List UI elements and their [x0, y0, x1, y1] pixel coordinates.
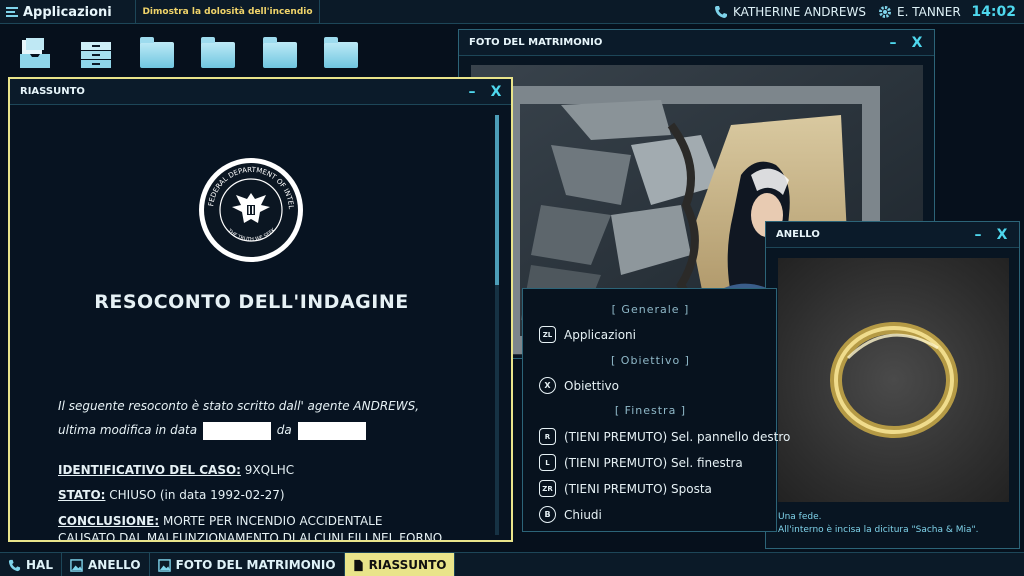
ring-caption-2: All'interno è incisa la dicitura "Sacha …: [778, 525, 979, 535]
case-id-field: IDENTIFICATIVO DEL CASO: 9XQLHC: [58, 463, 294, 477]
zl-button-icon: ZL: [539, 326, 556, 343]
folder-icon[interactable]: [324, 37, 358, 68]
conclusion-value: MORTE PER INCENDIO ACCIDENTALE: [163, 514, 383, 528]
menu-item-close[interactable]: B Chiudi: [539, 506, 602, 523]
case-id-value: 9XQLHC: [244, 463, 295, 477]
minimize-button[interactable]: –: [463, 79, 481, 105]
phone-icon: [715, 6, 727, 18]
taskbar-item-hal[interactable]: HAL: [0, 553, 62, 576]
intro-line-1: Il seguente resoconto è stato scritto da…: [58, 399, 420, 413]
r-button-icon: R: [539, 428, 556, 445]
window-title: RIASSUNTO: [10, 79, 511, 105]
redacted-date: [202, 421, 271, 440]
taskbar-label: FOTO DEL MATRIMONIO: [175, 558, 336, 572]
zr-button-icon: ZR: [539, 480, 556, 497]
menu-icon: [6, 7, 18, 17]
top-bar: Applicazioni Dimostra la dolosità dell'i…: [0, 0, 1024, 24]
conclusion-label: CONCLUSIONE:: [58, 514, 160, 528]
objective-label[interactable]: Dimostra la dolosità dell'incendio: [136, 0, 320, 24]
folder-icon[interactable]: [201, 37, 235, 68]
l-button-icon: L: [539, 454, 556, 471]
menu-item-label: Chiudi: [564, 507, 602, 522]
image-icon: [70, 558, 83, 572]
applications-button[interactable]: Applicazioni: [0, 0, 136, 24]
taskbar: HAL ANELLO FOTO DEL MATRIMONIO RIASSUNTO: [0, 552, 1024, 576]
folder-icon[interactable]: [263, 37, 297, 68]
menu-section-window: [ Finestra ]: [614, 404, 687, 417]
minimize-button[interactable]: –: [884, 30, 902, 56]
menu-item-objective[interactable]: X Obiettivo: [539, 377, 619, 394]
window-title: FOTO DEL MATRIMONIO: [459, 30, 934, 56]
menu-section-objective: [ Obiettivo ]: [611, 354, 690, 367]
intro-line-2: ultima modifica in data da: [58, 418, 419, 442]
taskbar-item-wedding-photo[interactable]: FOTO DEL MATRIMONIO: [150, 553, 345, 576]
document-title: RESOCONTO DELL'INDAGINE: [94, 291, 409, 313]
case-id-label: IDENTIFICATIVO DEL CASO:: [58, 463, 241, 477]
taskbar-label: ANELLO: [87, 558, 141, 572]
window-summary[interactable]: RIASSUNTO – X FEDERAL DEPARTMENT OF INTE…: [8, 77, 513, 542]
phone-icon: [8, 559, 21, 571]
inbox-tray-icon[interactable]: [18, 38, 52, 68]
document-intro: Il seguente resoconto è stato scritto da…: [58, 394, 419, 442]
menu-section-general: [ Generale ]: [611, 303, 690, 316]
conclusion-line-2: CAUSATO DAL MALFUNZIONAMENTO DI ALCUNI F…: [58, 531, 443, 540]
redacted-author: [297, 421, 366, 440]
menu-item-label: (TIENI PREMUTO) Sposta: [564, 481, 712, 496]
ring-photo: [778, 258, 1009, 502]
intro-by-label: da: [276, 423, 292, 437]
taskbar-label: HAL: [26, 558, 53, 572]
menu-item-label: (TIENI PREMUTO) Sel. finestra: [564, 455, 743, 470]
menu-item-move[interactable]: ZR (TIENI PREMUTO) Sposta: [539, 480, 712, 497]
file-cabinet-icon[interactable]: [79, 38, 113, 68]
close-button[interactable]: X: [487, 79, 505, 105]
menu-item-select-window[interactable]: L (TIENI PREMUTO) Sel. finestra: [539, 454, 743, 471]
clock: 14:02: [971, 4, 1016, 20]
ring-caption-1: Una fede.: [778, 512, 822, 522]
image-icon: [157, 558, 171, 572]
contact-katherine[interactable]: KATHERINE ANDREWS: [714, 0, 866, 24]
fdi-seal-logo: FEDERAL DEPARTMENT OF INTELLIGENCE THE T…: [195, 151, 304, 263]
taskbar-item-summary[interactable]: RIASSUNTO: [344, 553, 456, 576]
document-icon: [353, 559, 363, 571]
status-field: STATO: CHIUSO (in data 1992-02-27): [58, 488, 285, 502]
menu-item-label: (TIENI PREMUTO) Sel. pannello destro: [564, 429, 791, 444]
user-name-1: KATHERINE ANDREWS: [733, 5, 866, 19]
scrollbar[interactable]: [495, 115, 499, 535]
window-ring[interactable]: ANELLO – X Una fede. All'interno è incis…: [765, 221, 1020, 549]
gear-icon: [879, 6, 891, 18]
user-name-2: E. TANNER: [897, 5, 961, 19]
menu-item-label: Applicazioni: [564, 327, 636, 342]
contact-tanner[interactable]: E. TANNER: [878, 0, 961, 24]
applications-label: Applicazioni: [23, 4, 112, 20]
menu-item-label: Obiettivo: [564, 378, 619, 393]
menu-item-applications[interactable]: ZL Applicazioni: [539, 326, 636, 343]
controls-help-menu: [ Generale ] ZL Applicazioni [ Obiettivo…: [522, 288, 790, 532]
status-value: CHIUSO (in data 1992-02-27): [109, 488, 285, 502]
menu-item-select-right-panel[interactable]: R (TIENI PREMUTO) Sel. pannello destro: [539, 428, 790, 445]
taskbar-label: RIASSUNTO: [368, 558, 447, 572]
x-button-icon: X: [539, 377, 556, 394]
folder-icon[interactable]: [140, 37, 174, 68]
taskbar-item-ring[interactable]: ANELLO: [62, 553, 150, 576]
scrollbar-thumb[interactable]: [495, 115, 499, 285]
close-button[interactable]: X: [908, 30, 926, 56]
close-button[interactable]: X: [993, 222, 1011, 248]
minimize-button[interactable]: –: [969, 222, 987, 248]
status-label: STATO:: [58, 488, 106, 502]
intro-date-label: ultima modifica in data: [58, 423, 198, 437]
conclusion-field: CONCLUSIONE: MORTE PER INCENDIO ACCIDENT…: [58, 514, 382, 528]
b-button-icon: B: [539, 506, 556, 523]
